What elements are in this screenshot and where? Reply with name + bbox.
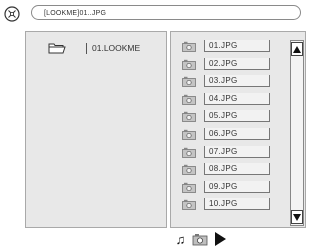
camera-photo-icon xyxy=(182,76,196,88)
play-button[interactable] xyxy=(212,231,229,247)
file-label: 06.JPG xyxy=(204,128,270,140)
file-label: 02.JPG xyxy=(204,57,270,70)
camera-photo-icon xyxy=(182,164,196,176)
camera-photo-icon xyxy=(182,94,196,105)
disc-icon xyxy=(4,6,20,22)
file-item[interactable]: 08.JPG xyxy=(171,163,289,176)
file-label: 04.JPG xyxy=(204,92,270,105)
play-icon xyxy=(215,232,226,246)
file-item[interactable]: 03.JPG xyxy=(171,75,289,88)
camera-photo-icon xyxy=(182,41,196,52)
file-panel: 01.JPG 02.JPG 03.JPG 04.JPG 05.JPG 06.JPG 07.J… xyxy=(170,31,306,228)
camera-photo-icon xyxy=(182,59,196,70)
folder-open-icon xyxy=(48,43,66,54)
camera-photo-icon xyxy=(182,147,196,158)
file-item[interactable]: 09.JPG xyxy=(171,180,289,194)
file-item[interactable]: 01.JPG xyxy=(171,40,289,53)
separator xyxy=(86,42,87,54)
arrow-down-icon xyxy=(293,213,301,221)
file-label: 08.JPG xyxy=(204,163,270,176)
file-label: 09.JPG xyxy=(204,180,270,193)
file-label: 05.JPG xyxy=(204,110,270,123)
file-label: 03.JPG xyxy=(204,75,270,88)
file-item[interactable]: 06.JPG xyxy=(171,128,289,141)
camera-photo-icon xyxy=(182,182,196,193)
file-item[interactable]: 05.JPG xyxy=(171,110,289,123)
scrollbar[interactable] xyxy=(290,40,304,226)
file-item[interactable]: 07.JPG xyxy=(171,145,289,159)
file-item[interactable]: 02.JPG xyxy=(171,57,289,71)
folder-label: 01.LOOKME xyxy=(92,43,141,53)
header-bar: [LOOKME]01..JPG xyxy=(0,0,307,28)
mode-controls: ♫ xyxy=(172,231,229,248)
file-item[interactable]: 10.JPG xyxy=(171,198,289,211)
file-item[interactable]: 04.JPG xyxy=(171,92,289,106)
camera-photo-icon xyxy=(182,129,196,140)
music-mode-button[interactable]: ♫ xyxy=(172,231,189,247)
file-label: 10.JPG xyxy=(204,198,270,211)
scroll-up-button[interactable] xyxy=(291,42,303,56)
camera-photo-icon xyxy=(182,200,196,211)
file-label: 07.JPG xyxy=(204,145,270,158)
current-path: [LOOKME]01..JPG xyxy=(31,5,301,20)
music-note-icon: ♫ xyxy=(175,231,186,247)
photo-mode-button[interactable] xyxy=(192,231,209,247)
file-label: 01.JPG xyxy=(204,40,270,52)
camera-photo-icon xyxy=(182,112,196,123)
arrow-up-icon xyxy=(293,45,301,53)
scroll-down-button[interactable] xyxy=(291,210,303,224)
folder-panel: 01.LOOKME xyxy=(25,31,167,228)
camera-photo-icon xyxy=(192,233,208,245)
folder-item[interactable]: 01.LOOKME xyxy=(48,41,140,55)
